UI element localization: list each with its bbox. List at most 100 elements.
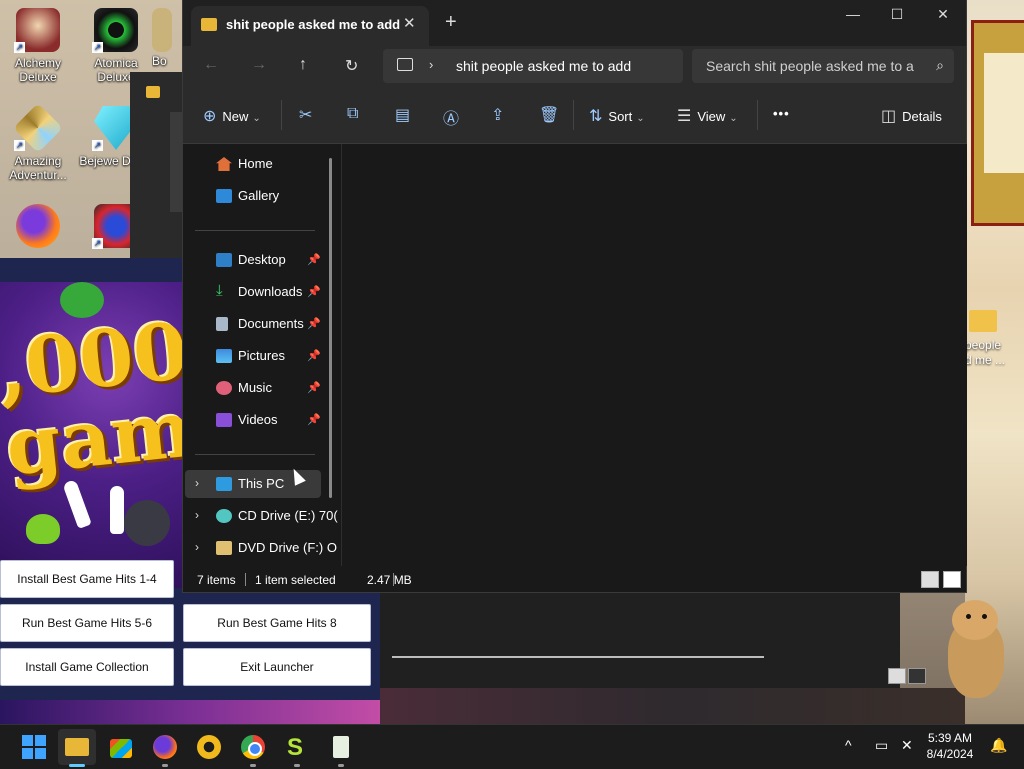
firefox-icon: [16, 204, 60, 248]
search-input[interactable]: Search shit people asked me to a ⌕: [692, 49, 954, 83]
nav-item-pictures[interactable]: Pictures 📌: [185, 342, 321, 370]
taskbar-chrome[interactable]: [239, 733, 267, 761]
nav-item-videos[interactable]: Videos 📌: [185, 406, 321, 434]
new-button[interactable]: ⊕ New ⌄: [203, 106, 261, 126]
firefox-icon: [153, 735, 177, 759]
taskbar-firefox[interactable]: [151, 733, 179, 761]
explorer-tab[interactable]: shit people asked me to add ✕: [191, 6, 429, 46]
nav-scrollbar[interactable]: [329, 158, 332, 498]
chevron-right-icon[interactable]: ›: [195, 540, 199, 554]
back-arrow-icon[interactable]: ←: [203, 56, 219, 74]
command-bar: ⊕ New ⌄ ✂ ⧉ ▤ Ⓐ ⇪ 🗑 ⇅ Sort ⌄ ☰ View ⌄ ••• ◫ Det…: [183, 88, 966, 144]
address-path: shit people asked me to add: [456, 58, 632, 74]
selection-size: 2.47 MB: [367, 573, 412, 587]
up-arrow-icon[interactable]: ↑: [299, 56, 307, 74]
nav-item-cd-drive[interactable]: › CD Drive (E:) 70(: [185, 502, 338, 530]
launcher-artwork: ,000 gam: [0, 282, 182, 588]
sort-button[interactable]: ⇅ Sort ⌄: [589, 106, 645, 126]
background-strip: [380, 688, 965, 724]
view-button[interactable]: ☰ View ⌄: [677, 106, 738, 126]
computer-icon: [216, 477, 232, 491]
details-button[interactable]: ◫ Details: [881, 106, 942, 126]
maximize-button[interactable]: ☐: [877, 6, 917, 23]
desktop-icon-label: Bo: [152, 54, 167, 68]
chevron-right-icon[interactable]: ›: [195, 508, 199, 522]
desktop-folder-shortcut[interactable]: people d me ...: [965, 310, 1024, 368]
rename-icon[interactable]: Ⓐ: [443, 105, 459, 129]
address-bar[interactable]: › shit people asked me to add: [383, 49, 683, 83]
clock[interactable]: 5:39 AM 8/4/2024: [920, 730, 980, 762]
tiles-view-button[interactable]: [943, 571, 961, 588]
gallery-icon: [216, 189, 232, 203]
run-best-game-hits-8-button[interactable]: Run Best Game Hits 8: [183, 604, 371, 642]
hamster-image: [942, 600, 1008, 700]
minimize-button[interactable]: —: [833, 6, 873, 22]
nav-item-label: Pictures: [238, 348, 285, 363]
shortcut-arrow-icon: ↗: [14, 140, 25, 151]
taskbar-file-explorer[interactable]: [58, 729, 96, 765]
nav-item-downloads[interactable]: ⤓ Downloads 📌: [185, 278, 321, 306]
new-tab-button[interactable]: +: [445, 12, 457, 32]
pin-icon[interactable]: 📌: [307, 253, 321, 266]
start-button[interactable]: [20, 733, 48, 761]
chevron-up-icon[interactable]: ^: [845, 737, 852, 753]
nav-item-desktop[interactable]: Desktop 📌: [185, 246, 321, 274]
desktop-icon: [216, 253, 232, 267]
desktop-icon-alchemy-deluxe[interactable]: ↗ Alchemy Deluxe: [0, 8, 76, 84]
nav-item-label: This PC: [238, 476, 285, 491]
desktop-icon-firefox[interactable]: [0, 204, 76, 252]
nav-item-home[interactable]: Home: [185, 150, 321, 178]
nav-item-documents[interactable]: Documents 📌: [185, 310, 321, 338]
home-icon: [216, 157, 232, 171]
pin-icon[interactable]: 📌: [307, 413, 321, 426]
file-list-area[interactable]: [341, 144, 967, 566]
nav-item-dvd-drive[interactable]: › DVD Drive (F:) O: [185, 534, 337, 562]
navigation-pane: Home Gallery Desktop 📌 ⤓ Downloads 📌 Doc…: [183, 144, 341, 566]
taskbar-app-s[interactable]: S: [283, 733, 311, 761]
volume-muted-icon[interactable]: ✕: [901, 737, 913, 754]
pictures-icon: [216, 349, 232, 363]
nav-item-music[interactable]: Music 📌: [185, 374, 321, 402]
copy-icon[interactable]: ⧉: [347, 105, 358, 123]
download-icon: ⤓: [216, 282, 223, 299]
notepad-icon: [333, 736, 349, 758]
install-game-collection-button[interactable]: Install Game Collection: [0, 648, 174, 686]
nav-item-label: Videos: [238, 412, 278, 427]
pin-icon[interactable]: 📌: [307, 381, 321, 394]
game-icon: [152, 8, 172, 52]
pin-icon[interactable]: 📌: [307, 349, 321, 362]
pin-icon[interactable]: 📌: [307, 317, 321, 330]
nav-item-label: Home: [238, 156, 273, 171]
nav-item-gallery[interactable]: Gallery: [185, 182, 321, 210]
chevron-right-icon[interactable]: ›: [195, 476, 199, 490]
close-window-button[interactable]: ✕: [923, 6, 963, 23]
paste-icon[interactable]: ▤: [395, 105, 410, 125]
desktop-icon-partial[interactable]: Bo: [152, 8, 182, 68]
nav-item-label: DVD Drive (F:) O: [238, 540, 337, 555]
exit-launcher-button[interactable]: Exit Launcher: [183, 648, 371, 686]
sort-icon: ⇅: [589, 108, 603, 125]
delete-icon[interactable]: 🗑: [539, 105, 559, 125]
notification-bell-icon[interactable]: 🔔: [990, 737, 1007, 754]
more-options-button[interactable]: •••: [773, 106, 790, 121]
network-icon[interactable]: ▭: [875, 737, 888, 754]
forward-arrow-icon[interactable]: →: [251, 56, 267, 74]
desktop-icon-amazing-adventures[interactable]: ↗ Amazing Adventur...: [0, 103, 76, 182]
close-tab-icon[interactable]: ✕: [403, 14, 416, 32]
install-best-game-hits-1-4-button[interactable]: Install Best Game Hits 1-4: [0, 560, 174, 598]
pin-icon[interactable]: 📌: [307, 285, 321, 298]
taskbar-app-yellow[interactable]: [195, 733, 223, 761]
taskbar-app-notepad[interactable]: [327, 733, 355, 761]
details-view-icon[interactable]: [888, 668, 906, 684]
chevron-right-icon[interactable]: ›: [429, 57, 433, 72]
tiles-view-icon[interactable]: [908, 668, 926, 684]
nav-item-label: Documents: [238, 316, 304, 331]
cut-icon[interactable]: ✂: [299, 105, 312, 125]
run-best-game-hits-5-6-button[interactable]: Run Best Game Hits 5-6: [0, 604, 174, 642]
details-view-button[interactable]: [921, 571, 939, 588]
share-icon[interactable]: ⇪: [491, 105, 504, 125]
refresh-icon[interactable]: ↻: [345, 56, 358, 76]
nav-item-label: Gallery: [238, 188, 280, 203]
taskbar-store[interactable]: [107, 733, 135, 761]
shortcut-arrow-icon: ↗: [92, 238, 103, 249]
